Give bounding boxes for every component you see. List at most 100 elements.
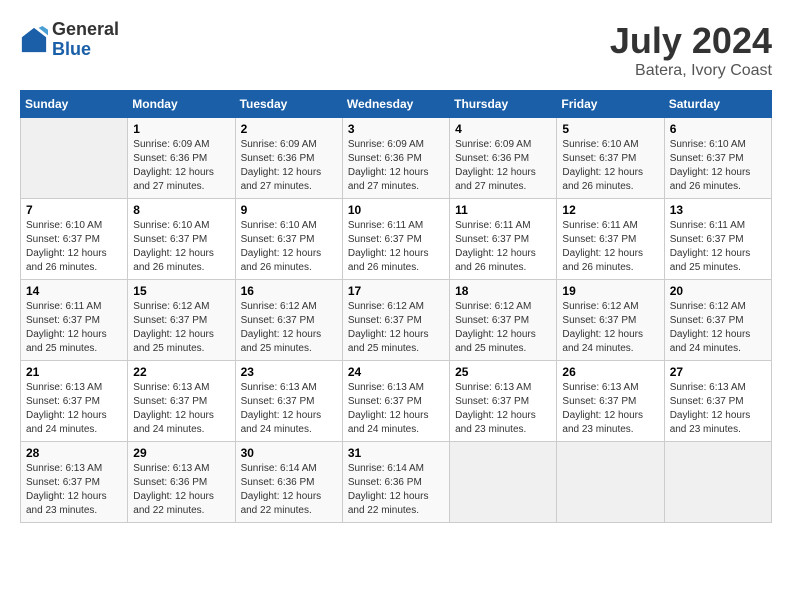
calendar-week-row: 14 Sunrise: 6:11 AMSunset: 6:37 PMDayligh… <box>21 280 772 361</box>
day-info: Sunrise: 6:13 AMSunset: 6:36 PMDaylight:… <box>133 462 229 518</box>
calendar-cell: 18 Sunrise: 6:12 AMSunset: 6:37 PMDayligh… <box>450 280 557 361</box>
calendar-cell: 15 Sunrise: 6:12 AMSunset: 6:37 PMDayligh… <box>128 280 235 361</box>
day-info: Sunrise: 6:10 AMSunset: 6:37 PMDaylight:… <box>26 219 122 275</box>
day-number: 30 <box>241 446 337 460</box>
calendar-cell: 23Sunrise: 6:13 AMSunset: 6:37 PMDayligh… <box>235 361 342 442</box>
calendar-cell: 27Sunrise: 6:13 AMSunset: 6:37 PMDayligh… <box>664 361 771 442</box>
day-header-sunday: Sunday <box>21 91 128 118</box>
day-info: Sunrise: 6:10 AMSunset: 6:37 PMDaylight:… <box>562 138 658 194</box>
day-number: 22 <box>133 365 229 379</box>
day-number: 3 <box>348 122 444 136</box>
calendar-cell: 9Sunrise: 6:10 AMSunset: 6:37 PMDaylight… <box>235 199 342 280</box>
calendar-cell: 13 Sunrise: 6:11 AMSunset: 6:37 PMDayligh… <box>664 199 771 280</box>
calendar-cell: 30Sunrise: 6:14 AMSunset: 6:36 PMDayligh… <box>235 442 342 523</box>
calendar-cell <box>450 442 557 523</box>
day-info: Sunrise: 6:13 AMSunset: 6:37 PMDaylight:… <box>133 381 229 437</box>
day-number: 7 <box>26 203 122 217</box>
calendar-cell: 8 Sunrise: 6:10 AMSunset: 6:37 PMDaylight… <box>128 199 235 280</box>
day-info: Sunrise: 6:11 AMSunset: 6:37 PMDaylight:… <box>562 219 658 275</box>
day-info: Sunrise: 6:13 AMSunset: 6:37 PMDaylight:… <box>348 381 444 437</box>
day-header-saturday: Saturday <box>664 91 771 118</box>
day-info: Sunrise: 6:12 AMSunset: 6:37 PMDaylight:… <box>670 300 766 356</box>
day-info: Sunrise: 6:14 AMSunset: 6:36 PMDaylight:… <box>348 462 444 518</box>
day-info: Sunrise: 6:09 AMSunset: 6:36 PMDaylight:… <box>241 138 337 194</box>
day-info: Sunrise: 6:13 AMSunset: 6:37 PMDaylight:… <box>26 462 122 518</box>
day-number: 25 <box>455 365 551 379</box>
logo-icon <box>20 26 48 54</box>
day-info: Sunrise: 6:13 AMSunset: 6:37 PMDaylight:… <box>562 381 658 437</box>
calendar-cell: 6 Sunrise: 6:10 AMSunset: 6:37 PMDaylight… <box>664 118 771 199</box>
day-info: Sunrise: 6:10 AMSunset: 6:37 PMDaylight:… <box>670 138 766 194</box>
day-number: 14 <box>26 284 122 298</box>
day-number: 12 <box>562 203 658 217</box>
day-number: 15 <box>133 284 229 298</box>
day-info: Sunrise: 6:12 AMSunset: 6:37 PMDaylight:… <box>348 300 444 356</box>
day-info: Sunrise: 6:11 AMSunset: 6:37 PMDaylight:… <box>26 300 122 356</box>
day-number: 20 <box>670 284 766 298</box>
day-header-monday: Monday <box>128 91 235 118</box>
calendar-cell: 20 Sunrise: 6:12 AMSunset: 6:37 PMDayligh… <box>664 280 771 361</box>
calendar-week-row: 21Sunrise: 6:13 AMSunset: 6:37 PMDayligh… <box>21 361 772 442</box>
day-number: 5 <box>562 122 658 136</box>
calendar-cell: 31 Sunrise: 6:14 AMSunset: 6:36 PMDayligh… <box>342 442 449 523</box>
calendar-cell: 3 Sunrise: 6:09 AMSunset: 6:36 PMDaylight… <box>342 118 449 199</box>
day-number: 17 <box>348 284 444 298</box>
day-info: Sunrise: 6:10 AMSunset: 6:37 PMDaylight:… <box>133 219 229 275</box>
day-number: 4 <box>455 122 551 136</box>
calendar-header-row: SundayMondayTuesdayWednesdayThursdayFrid… <box>21 91 772 118</box>
calendar-cell: 14 Sunrise: 6:11 AMSunset: 6:37 PMDayligh… <box>21 280 128 361</box>
day-number: 11 <box>455 203 551 217</box>
calendar-table: SundayMondayTuesdayWednesdayThursdayFrid… <box>20 90 772 523</box>
calendar-cell: 16 Sunrise: 6:12 AMSunset: 6:37 PMDayligh… <box>235 280 342 361</box>
calendar-cell: 25Sunrise: 6:13 AMSunset: 6:37 PMDayligh… <box>450 361 557 442</box>
calendar-cell: 12 Sunrise: 6:11 AMSunset: 6:37 PMDayligh… <box>557 199 664 280</box>
day-number: 28 <box>26 446 122 460</box>
day-header-tuesday: Tuesday <box>235 91 342 118</box>
calendar-cell <box>21 118 128 199</box>
day-header-wednesday: Wednesday <box>342 91 449 118</box>
day-info: Sunrise: 6:13 AMSunset: 6:37 PMDaylight:… <box>241 381 337 437</box>
logo-general-text: General <box>52 20 119 40</box>
logo-text: General Blue <box>52 20 119 60</box>
title-block: July 2024 Batera, Ivory Coast <box>610 20 772 80</box>
day-info: Sunrise: 6:13 AMSunset: 6:37 PMDaylight:… <box>26 381 122 437</box>
day-info: Sunrise: 6:09 AMSunset: 6:36 PMDaylight:… <box>348 138 444 194</box>
calendar-cell <box>664 442 771 523</box>
day-number: 13 <box>670 203 766 217</box>
day-number: 8 <box>133 203 229 217</box>
day-number: 6 <box>670 122 766 136</box>
day-info: Sunrise: 6:12 AMSunset: 6:37 PMDaylight:… <box>455 300 551 356</box>
day-info: Sunrise: 6:11 AMSunset: 6:37 PMDaylight:… <box>348 219 444 275</box>
logo-blue-text: Blue <box>52 40 119 60</box>
day-header-thursday: Thursday <box>450 91 557 118</box>
calendar-cell: 11Sunrise: 6:11 AMSunset: 6:37 PMDayligh… <box>450 199 557 280</box>
day-info: Sunrise: 6:12 AMSunset: 6:37 PMDaylight:… <box>241 300 337 356</box>
day-number: 18 <box>455 284 551 298</box>
calendar-cell: 1Sunrise: 6:09 AMSunset: 6:36 PMDaylight… <box>128 118 235 199</box>
calendar-cell: 19 Sunrise: 6:12 AMSunset: 6:37 PMDayligh… <box>557 280 664 361</box>
calendar-cell: 21Sunrise: 6:13 AMSunset: 6:37 PMDayligh… <box>21 361 128 442</box>
calendar-cell: 29 Sunrise: 6:13 AMSunset: 6:36 PMDayligh… <box>128 442 235 523</box>
month-year-title: July 2024 <box>610 20 772 62</box>
calendar-cell: 4Sunrise: 6:09 AMSunset: 6:36 PMDaylight… <box>450 118 557 199</box>
day-info: Sunrise: 6:12 AMSunset: 6:37 PMDaylight:… <box>133 300 229 356</box>
day-number: 9 <box>241 203 337 217</box>
day-number: 16 <box>241 284 337 298</box>
calendar-cell: 26Sunrise: 6:13 AMSunset: 6:37 PMDayligh… <box>557 361 664 442</box>
day-number: 19 <box>562 284 658 298</box>
calendar-week-row: 7 Sunrise: 6:10 AMSunset: 6:37 PMDaylight… <box>21 199 772 280</box>
calendar-cell <box>557 442 664 523</box>
day-number: 24 <box>348 365 444 379</box>
calendar-cell: 10Sunrise: 6:11 AMSunset: 6:37 PMDayligh… <box>342 199 449 280</box>
logo: General Blue <box>20 20 119 60</box>
calendar-week-row: 28 Sunrise: 6:13 AMSunset: 6:37 PMDayligh… <box>21 442 772 523</box>
day-number: 2 <box>241 122 337 136</box>
day-number: 27 <box>670 365 766 379</box>
calendar-week-row: 1Sunrise: 6:09 AMSunset: 6:36 PMDaylight… <box>21 118 772 199</box>
calendar-cell: 7 Sunrise: 6:10 AMSunset: 6:37 PMDaylight… <box>21 199 128 280</box>
day-info: Sunrise: 6:09 AMSunset: 6:36 PMDaylight:… <box>133 138 229 194</box>
day-info: Sunrise: 6:11 AMSunset: 6:37 PMDaylight:… <box>670 219 766 275</box>
day-number: 31 <box>348 446 444 460</box>
day-number: 29 <box>133 446 229 460</box>
day-info: Sunrise: 6:12 AMSunset: 6:37 PMDaylight:… <box>562 300 658 356</box>
